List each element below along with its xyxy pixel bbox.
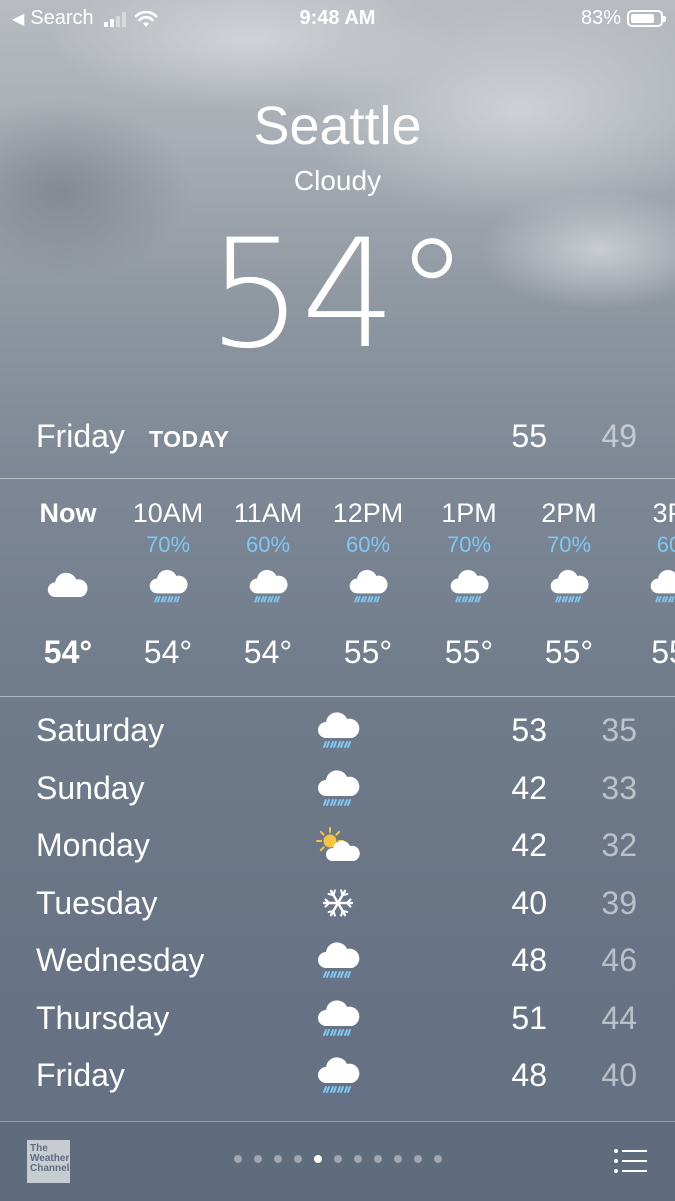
day-low: 40 xyxy=(601,1057,637,1093)
hour-temperature: 55 xyxy=(651,634,675,670)
rain-icon xyxy=(146,564,190,608)
rain-icon xyxy=(314,708,362,752)
rain-icon xyxy=(647,564,675,608)
rain-icon xyxy=(447,564,491,608)
day-high: 42 xyxy=(511,827,547,863)
page-dot[interactable] xyxy=(293,1155,302,1163)
status-bar: ◀ Search 9:48 AM 83% xyxy=(0,0,675,38)
daily-row: Thursday 51 44 xyxy=(0,988,675,1045)
hour-label: 11AM xyxy=(233,498,303,528)
hour-label: Now xyxy=(39,498,97,528)
today-day: Friday xyxy=(36,418,125,454)
page-dot[interactable] xyxy=(273,1155,282,1163)
day-high: 53 xyxy=(511,712,547,748)
divider xyxy=(0,478,675,479)
hour-label: 10AM xyxy=(132,498,204,528)
today-tag: TODAY xyxy=(149,426,230,452)
list-icon[interactable] xyxy=(613,1148,647,1174)
hour-label: 3P xyxy=(652,498,675,528)
day-high: 48 xyxy=(511,1057,547,1093)
page-dot[interactable] xyxy=(393,1155,402,1163)
page-dot[interactable] xyxy=(373,1155,382,1163)
day-high: 42 xyxy=(511,769,547,806)
hour-label: 1PM xyxy=(441,498,497,528)
day-low: 46 xyxy=(601,942,637,978)
page-dot[interactable] xyxy=(413,1155,422,1163)
day-name: Wednesday xyxy=(36,942,205,978)
hour-temperature: 54° xyxy=(43,634,93,670)
page-dot[interactable] xyxy=(233,1155,242,1163)
today-summary: Friday TODAY 55 49 xyxy=(0,410,675,478)
daily-forecast[interactable]: Saturday 53 35 Sunday 42 33 Monday 42 32 Tuesday 4… xyxy=(0,700,675,1120)
hour-label: 2PM xyxy=(541,498,597,528)
daily-row: Saturday 53 35 xyxy=(0,700,675,757)
rain-icon xyxy=(246,564,290,608)
today-low: 49 xyxy=(601,418,637,454)
precip-chance: 60% xyxy=(345,532,391,557)
daily-row: Friday 48 40 xyxy=(0,1045,675,1102)
day-low: 44 xyxy=(601,999,637,1036)
daily-row: Wednesday 48 46 xyxy=(0,930,675,987)
page-indicator[interactable] xyxy=(0,1155,675,1163)
day-name: Friday xyxy=(36,1057,125,1093)
hour-temperature: 55° xyxy=(444,634,494,670)
day-low: 39 xyxy=(601,884,637,921)
page-dot[interactable] xyxy=(433,1155,442,1163)
precip-chance: 60 xyxy=(656,532,675,557)
day-high: 51 xyxy=(511,999,547,1036)
precip-chance: 70% xyxy=(446,532,492,557)
daily-row: Tuesday 40 39 xyxy=(0,873,675,930)
city-name: Seattle xyxy=(253,96,422,156)
hourly-forecast[interactable]: Now 54° 10AM 70% 54° 11AM 60% 54° 12PM 60% 55° 1PM 7… xyxy=(0,480,675,695)
rain-icon xyxy=(314,766,362,810)
day-low: 32 xyxy=(601,827,637,863)
precip-chance: 70% xyxy=(145,532,191,557)
day-low: 33 xyxy=(601,769,637,806)
precip-chance: 70% xyxy=(546,532,592,557)
rain-icon xyxy=(314,938,362,982)
partly-sunny-icon xyxy=(314,823,362,867)
hour-temperature: 54° xyxy=(243,634,293,670)
daily-row: Monday 42 32 xyxy=(0,815,675,872)
rain-icon xyxy=(346,564,390,608)
battery-status: 83% xyxy=(580,7,666,30)
weather-condition: Cloudy xyxy=(293,165,382,196)
page-dot[interactable] xyxy=(253,1155,262,1163)
rain-icon xyxy=(547,564,591,608)
battery-icon xyxy=(627,10,666,27)
page-dot[interactable] xyxy=(313,1155,322,1163)
day-name: Sunday xyxy=(36,769,145,806)
day-name: Saturday xyxy=(36,712,165,748)
bottom-toolbar: The Weather Channel xyxy=(0,1121,675,1201)
rain-icon xyxy=(314,996,362,1040)
day-name: Thursday xyxy=(36,999,170,1036)
page-dot[interactable] xyxy=(353,1155,362,1163)
cloud-icon xyxy=(46,564,90,608)
day-name: Tuesday xyxy=(36,884,158,921)
day-name: Monday xyxy=(36,827,150,863)
hour-temperature: 55° xyxy=(544,634,594,670)
day-high: 40 xyxy=(511,884,547,921)
day-high: 48 xyxy=(511,942,547,978)
page-dot[interactable] xyxy=(333,1155,342,1163)
clock: 9:48 AM xyxy=(299,7,376,29)
divider xyxy=(0,696,675,697)
current-temperature: 54° xyxy=(207,208,470,382)
daily-row: Sunday 42 33 xyxy=(0,758,675,815)
battery-percent: 83% xyxy=(580,7,621,29)
precip-chance: 60% xyxy=(245,532,291,557)
hour-label: 12PM xyxy=(332,498,404,528)
snowflake-icon xyxy=(314,881,362,925)
hour-temperature: 55° xyxy=(343,634,393,670)
hour-temperature: 54° xyxy=(143,634,193,670)
today-high: 55 xyxy=(511,418,547,454)
day-low: 35 xyxy=(601,712,637,748)
rain-icon xyxy=(314,1053,362,1097)
